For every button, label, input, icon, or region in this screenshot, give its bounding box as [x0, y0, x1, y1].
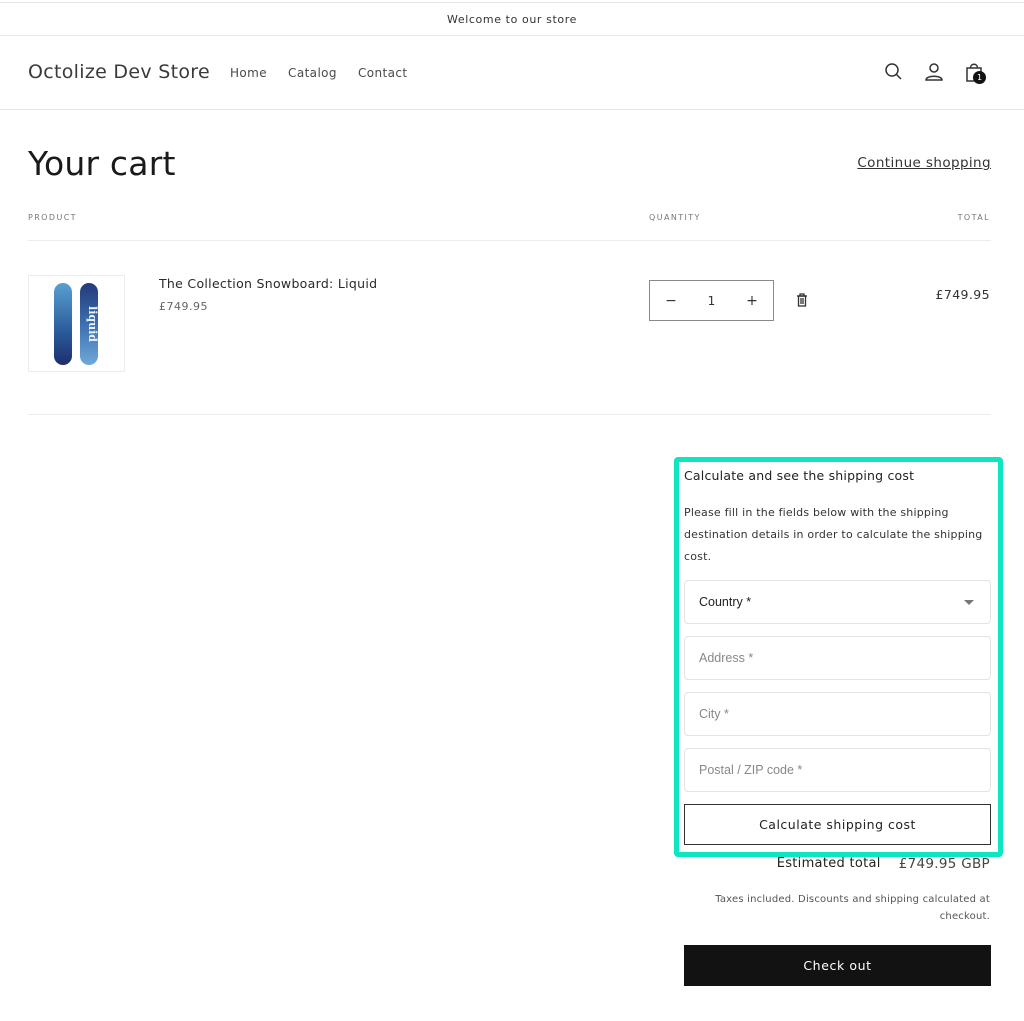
address-placeholder: Address * — [699, 651, 754, 665]
estimated-total-value: £749.95 GBP — [898, 856, 990, 872]
svg-text:liquid: liquid — [86, 306, 99, 342]
tax-note: Taxes included. Discounts and shipping c… — [715, 894, 990, 922]
city-input[interactable]: City * — [684, 692, 991, 736]
continue-shopping-link[interactable]: Continue shopping — [857, 155, 991, 171]
account-icon[interactable] — [922, 60, 946, 84]
product-name[interactable]: The Collection Snowboard: Liquid — [159, 276, 377, 291]
page-title: Your cart — [28, 144, 176, 183]
nav-contact[interactable]: Contact — [358, 66, 408, 80]
cart-count-badge: 1 — [973, 71, 986, 84]
divider — [28, 414, 991, 415]
city-placeholder: City * — [699, 707, 729, 721]
announcement-bar: Welcome to our store — [0, 2, 1024, 36]
postal-code-input[interactable]: Postal / ZIP code * — [684, 748, 991, 792]
site-header: Octolize Dev Store Home Catalog Contact … — [0, 36, 1024, 110]
column-header-quantity: QUANTITY — [649, 213, 701, 222]
decrease-quantity-button[interactable]: − — [665, 293, 677, 309]
chevron-down-icon — [964, 599, 974, 605]
address-input[interactable]: Address * — [684, 636, 991, 680]
nav-catalog[interactable]: Catalog — [288, 66, 337, 80]
shipping-calculator-description: Please fill in the fields below with the… — [684, 506, 983, 563]
snowboard-image: liquid — [53, 282, 99, 365]
checkout-button[interactable]: Check out — [684, 945, 991, 986]
calculate-shipping-button[interactable]: Calculate shipping cost — [684, 804, 991, 845]
estimated-total: Estimated total £749.95 GBP — [777, 856, 990, 872]
shipping-calculator-title: Calculate and see the shipping cost — [684, 468, 915, 483]
country-select[interactable]: Country * — [684, 580, 991, 624]
postal-code-placeholder: Postal / ZIP code * — [699, 763, 803, 777]
search-icon[interactable] — [882, 60, 906, 84]
estimated-total-label: Estimated total — [776, 856, 881, 871]
remove-item-trash-icon[interactable] — [794, 292, 810, 308]
product-price: £749.95 — [159, 300, 208, 313]
header-icons: 1 — [882, 60, 986, 84]
cart-icon[interactable]: 1 — [962, 60, 986, 84]
divider — [28, 240, 991, 241]
product-thumbnail[interactable]: liquid — [28, 275, 125, 372]
nav-home[interactable]: Home — [230, 66, 267, 80]
column-header-product: PRODUCT — [28, 213, 77, 222]
main-nav: Home Catalog Contact — [230, 66, 407, 80]
quantity-stepper: − 1 + — [649, 280, 774, 321]
quantity-input[interactable]: 1 — [697, 294, 727, 308]
line-item-total: £749.95 — [935, 287, 990, 302]
country-select-value: Country * — [699, 595, 752, 609]
announcement-text: Welcome to our store — [447, 12, 577, 26]
store-logo[interactable]: Octolize Dev Store — [28, 61, 210, 83]
increase-quantity-button[interactable]: + — [746, 293, 758, 309]
column-header-total: TOTAL — [957, 213, 990, 222]
